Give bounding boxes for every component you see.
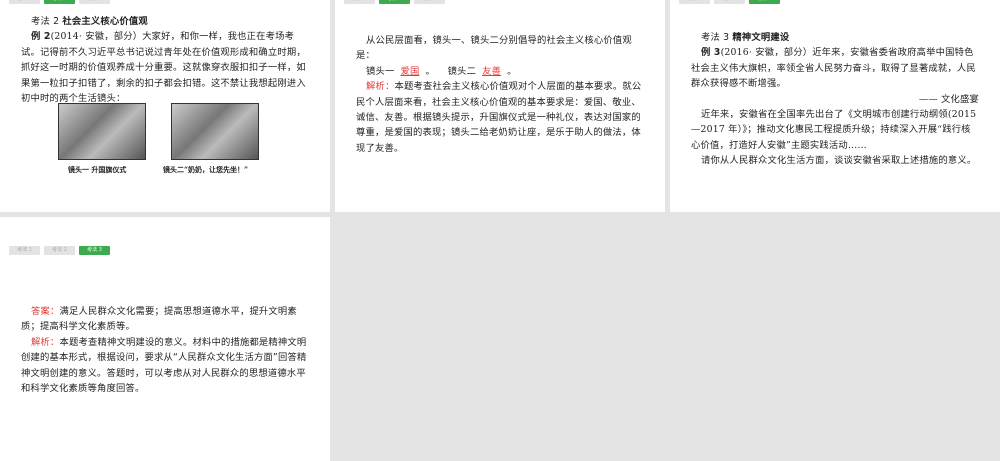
slide-1[interactable]: 考法 1 考法 2 考法 3 考法 2 社会主义核心价值观 例 2(2014· … — [0, 0, 330, 212]
section-label: 考法 2 — [31, 16, 63, 27]
example-label: 例 3 — [701, 47, 721, 59]
answer-text: 满足人民群众文化需要；提高思想道德水平，提升文明素质；提高科学文化素质等。 — [21, 306, 297, 333]
tab-1[interactable]: 考法 1 — [344, 0, 375, 4]
analysis-label: 解析： — [366, 81, 395, 93]
answer-blank-2: 友善 — [482, 65, 502, 77]
slide3-content: 考法 3 精神文明建设 例 3(2016· 安徽，部分）近年来，安徽省委省政府高… — [691, 30, 979, 169]
tab-1[interactable]: 考法 1 — [679, 0, 710, 4]
slide4-content: 答案：满足人民群众文化需要；提高思想道德水平，提升文明素质；提高科学文化素质等。… — [21, 304, 311, 396]
give-seat-photo — [171, 103, 259, 160]
tab-3[interactable]: 考法 3 — [79, 0, 110, 4]
tab-2[interactable]: 考法 2 — [714, 0, 745, 4]
section-title: 社会主义核心价值观 — [62, 16, 148, 27]
section-label: 考法 3 — [701, 32, 733, 43]
tab-bar: 考法 1 考法 2 考法 3 — [9, 246, 110, 255]
photo2-caption: 镜头二“奶奶，让您先坐！” — [163, 165, 249, 174]
shot2-label: 镜头二 — [447, 65, 477, 77]
analysis-label: 解析： — [31, 336, 60, 348]
tab-3[interactable]: 考法 3 — [749, 0, 780, 4]
tab-bar: 考法 1 考法 2 考法 3 — [679, 0, 780, 4]
answer-label: 答案： — [31, 306, 60, 317]
shot1-label: 镜头一 — [366, 65, 395, 77]
question-text: 请你从人民群众文化生活方面，谈谈安徽省采取上述措施的意义。 — [701, 155, 977, 167]
example-label: 例 2 — [31, 31, 51, 43]
question-text: 从公民层面看，镜头一、镜头二分别倡导的社会主义核心价值观是： — [356, 35, 632, 62]
flag-ceremony-photo — [58, 103, 146, 160]
material-text: 近年来，安徽省在全国率先出台了《文明城市创建行动纲领(2015—2017 年）》… — [691, 109, 977, 151]
tab-2[interactable]: 考法 2 — [44, 246, 75, 255]
period: 。 — [507, 65, 517, 77]
period: 。 — [425, 65, 435, 77]
analysis-text: 本题考查精神文明建设的意义。材料中的措施都是精神文明创建的基本形式，根据设问，要… — [21, 336, 307, 395]
slide1-content: 考法 2 社会主义核心价值观 例 2(2014· 安徽，部分）大家好，和你一样，… — [21, 14, 313, 106]
tab-1[interactable]: 考法 1 — [9, 246, 40, 255]
answer-blank-1: 爱国 — [400, 65, 420, 77]
slide-3[interactable]: 考法 1 考法 2 考法 3 考法 3 精神文明建设 例 3(2016· 安徽，… — [670, 0, 1000, 212]
analysis-text: 本题考查社会主义核心价值观对个人层面的基本要求。就公民个人层面来看，社会主义核心… — [356, 81, 642, 154]
tab-2[interactable]: 考法 2 — [44, 0, 75, 4]
tab-3[interactable]: 考法 3 — [414, 0, 445, 4]
example-text: (2014· 安徽，部分）大家好，和你一样，我也正在考场考试。记得前不久习近平总… — [21, 31, 306, 105]
photo1-caption: 镜头一 升国旗仪式 — [68, 165, 127, 174]
tab-1[interactable]: 考法 1 — [9, 0, 40, 4]
tab-bar: 考法 1 考法 2 考法 3 — [9, 0, 110, 4]
tab-3[interactable]: 考法 3 — [79, 246, 110, 255]
example-text: (2016· 安徽，部分）近年来，安徽省委省政府高举中国特色社会主义伟大旗帜，率… — [691, 47, 976, 90]
tab-bar: 考法 1 考法 2 考法 3 — [344, 0, 445, 4]
slide2-content: 从公民层面看，镜头一、镜头二分别倡导的社会主义核心价值观是： 镜头一 爱国。 镜头… — [356, 33, 646, 156]
section-title: 精神文明建设 — [732, 32, 790, 43]
slide-4[interactable]: 考法 1 考法 2 考法 3 答案：满足人民群众文化需要；提高思想道德水平，提升… — [0, 217, 330, 461]
tab-2[interactable]: 考法 2 — [379, 0, 410, 4]
slide-2[interactable]: 考法 1 考法 2 考法 3 从公民层面看，镜头一、镜头二分别倡导的社会主义核心… — [335, 0, 665, 212]
source-text: —— 文化盛宴 — [918, 93, 979, 105]
